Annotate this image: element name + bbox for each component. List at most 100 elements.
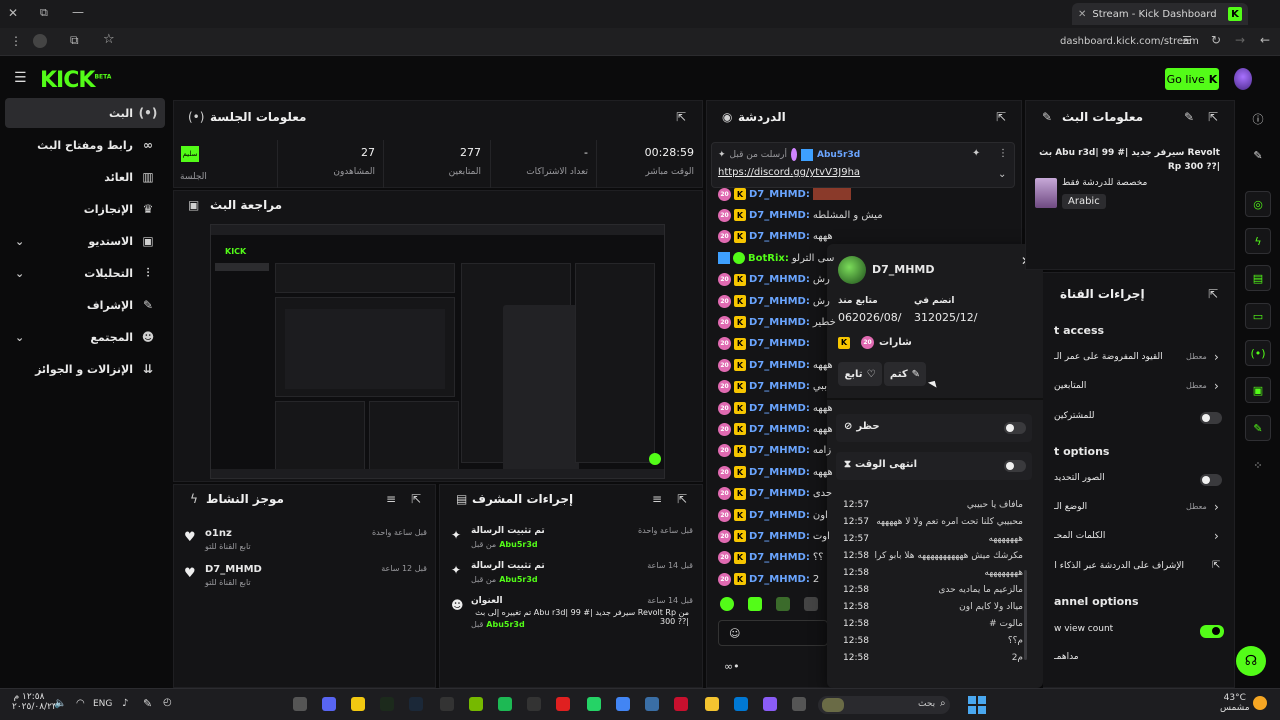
ban-toggle[interactable] — [1004, 422, 1026, 434]
taskbar-steam-icon[interactable] — [409, 697, 423, 711]
chat-username[interactable]: D7_MHMD: — [749, 296, 810, 307]
chat-username[interactable]: D7_MHMD: — [749, 231, 810, 242]
channel-action-toggle[interactable] — [1200, 412, 1222, 424]
browser-tab[interactable]: ✕ Stream - Kick Dashboard K — [1072, 3, 1248, 25]
chevron-down-icon[interactable]: ⌄ — [15, 331, 24, 344]
chat-message[interactable]: 20 K D7_MHMD: ببي — [718, 377, 827, 397]
url-field[interactable]: dashboard.kick.com/stream — [1060, 36, 1199, 47]
taskbar-discord-icon[interactable] — [322, 697, 336, 711]
info-icon[interactable]: ⓘ — [1245, 106, 1271, 132]
chat-message[interactable]: 20 K D7_MHMD: هههه — [718, 419, 833, 439]
bookmark-star-icon[interactable]: ☆ — [103, 32, 115, 47]
taskbar-whatsapp-icon[interactable] — [587, 697, 601, 711]
popout-icon[interactable]: ⇱ — [1208, 110, 1218, 124]
wrench-icon[interactable]: ✎ — [1245, 415, 1271, 441]
chevron-right-icon[interactable]: › — [1214, 500, 1219, 514]
chat-message[interactable]: 20 K D7_MHMD: — [718, 334, 813, 354]
site-settings-icon[interactable]: ☰ — [1182, 34, 1192, 47]
taskbar-app-icon[interactable] — [645, 697, 659, 711]
channel-action-toggle[interactable] — [1200, 474, 1222, 486]
chat-username[interactable]: D7_MHMD: — [749, 338, 810, 349]
chat-username[interactable]: D7_MHMD: — [749, 488, 810, 499]
timeout-toggle[interactable] — [1004, 460, 1026, 472]
chat-message[interactable]: 20 K D7_MHMD: ميش و المشلطه — [718, 205, 883, 225]
chat-message[interactable]: 20 K D7_MHMD: اون — [718, 505, 828, 525]
chat-message[interactable]: BotRix: سى الترلو — [718, 248, 834, 268]
external-link-icon[interactable]: ⇱ — [1212, 560, 1220, 571]
chat-message[interactable]: 20 K D7_MHMD: اوت — [718, 526, 830, 546]
chat-username[interactable]: BotRix: — [748, 253, 789, 264]
weather-widget[interactable]: 43°C مشمس — [1220, 693, 1250, 713]
window-close-icon[interactable]: ✕ — [8, 6, 18, 20]
taskbar-nvidia-icon[interactable] — [469, 697, 483, 711]
taskbar-app-icon[interactable] — [556, 697, 570, 711]
follow-button[interactable]: تابع ♡ — [838, 362, 882, 386]
unpin-icon[interactable]: ✦ — [972, 148, 980, 159]
more-apps-icon[interactable]: ⁘ — [1245, 452, 1271, 478]
mod-action-user[interactable]: Abu5r3d — [499, 540, 537, 549]
profile-icon[interactable] — [33, 34, 47, 48]
back-icon[interactable]: ← — [1260, 33, 1270, 47]
chevron-right-icon[interactable]: › — [1214, 379, 1219, 393]
document-icon[interactable]: ▤ — [1245, 265, 1271, 291]
chat-username[interactable]: D7_MHMD: — [749, 467, 810, 478]
chevron-down-icon[interactable]: ⌄ — [15, 235, 24, 248]
filter-icon[interactable]: ≡ — [386, 492, 396, 506]
taskbar-store-icon[interactable] — [734, 697, 748, 711]
chat-username[interactable]: D7_MHMD: — [749, 189, 810, 200]
chat-message[interactable]: 20 K D7_MHMD: رش — [718, 291, 830, 311]
edit-icon[interactable]: ✎ — [1184, 110, 1194, 124]
lightning-icon[interactable]: ϟ — [1245, 228, 1271, 254]
language-indicator[interactable]: ENG — [93, 699, 112, 709]
pen-icon[interactable]: ✎ — [143, 697, 152, 710]
sidebar-item-6[interactable]: ✎ الإشراف — [5, 290, 165, 320]
volume-icon[interactable]: 🔈 — [54, 698, 66, 709]
emoji-icon[interactable]: ☺ — [729, 627, 740, 640]
chat-message[interactable]: 20 K D7_MHMD: زامه — [718, 441, 831, 461]
popout-icon[interactable]: ⇱ — [677, 492, 687, 506]
sidebar-item-4[interactable]: ▣ الاستديو ⌄ — [5, 226, 165, 256]
chat-username[interactable]: D7_MHMD: — [749, 445, 810, 456]
chat-message[interactable]: 20 K D7_MHMD: هههه — [718, 462, 833, 482]
emote-kick-icon[interactable] — [720, 597, 734, 611]
taskbar-clock[interactable]: ١٢:٥٨ م ٢٠٢٥/٠٨/٢٣ — [12, 692, 57, 712]
edit-icon[interactable]: ✎ — [1245, 142, 1271, 168]
pinned-username[interactable]: Abu5r3d — [817, 150, 860, 160]
reload-icon[interactable]: ↻ — [1211, 33, 1221, 47]
chat-username[interactable]: D7_MHMD: — [749, 424, 810, 435]
activity-username[interactable]: o1nz — [205, 528, 232, 539]
user-card-icon[interactable]: ▣ — [1245, 377, 1271, 403]
mic-icon[interactable]: ♪ — [122, 698, 128, 709]
chat-message[interactable]: 20 K D7_MHMD: هههه — [718, 355, 833, 375]
chat-username[interactable]: D7_MHMD: — [749, 531, 810, 542]
chat-username[interactable]: D7_MHMD: — [749, 381, 810, 392]
popout-icon[interactable]: ⇱ — [676, 110, 686, 124]
mod-action-user[interactable]: Abu5r3d — [499, 575, 537, 584]
chat-username[interactable]: D7_MHMD: — [749, 574, 810, 585]
chevron-right-icon[interactable]: › — [1214, 529, 1219, 543]
chat-message[interactable]: 20 K D7_MHMD: هههه — [718, 398, 833, 418]
taskbar-copilot-icon[interactable] — [763, 697, 777, 711]
wifi-icon[interactable]: ◠ — [76, 698, 85, 709]
chat-username[interactable]: D7_MHMD: — [749, 274, 810, 285]
chat-username[interactable]: D7_MHMD: — [749, 403, 810, 414]
sidebar-item-5[interactable]: ⫶ التحليلات ⌄ — [5, 258, 165, 288]
taskbar-app-icon[interactable] — [527, 697, 541, 711]
hamburger-menu-icon[interactable]: ☰ — [14, 70, 27, 86]
chevron-right-icon[interactable]: › — [1214, 350, 1219, 364]
forward-icon[interactable]: → — [1235, 33, 1245, 47]
popout-icon[interactable]: ⇱ — [411, 492, 421, 506]
channel-action-toggle[interactable] — [1200, 625, 1224, 638]
taskbar-search[interactable]: بحث ⌕ — [818, 696, 950, 714]
mute-button[interactable]: كتم ✎ — [884, 362, 926, 386]
taskbar-app-icon[interactable] — [674, 697, 688, 711]
chat-message[interactable]: 20 K D7_MHMD: — [718, 184, 854, 204]
chevron-down-icon[interactable]: ⌄ — [998, 169, 1006, 180]
chat-icon[interactable]: ▭ — [1245, 303, 1271, 329]
taskbar-chrome-icon[interactable] — [616, 697, 630, 711]
sidebar-item-0[interactable]: (•) البث — [5, 98, 165, 128]
user-avatar[interactable] — [1234, 68, 1252, 90]
chat-message[interactable]: 20 K D7_MHMD: حدى — [718, 484, 832, 504]
chat-username[interactable]: D7_MHMD: — [749, 210, 810, 221]
taskbar-spotify-icon[interactable] — [498, 697, 512, 711]
